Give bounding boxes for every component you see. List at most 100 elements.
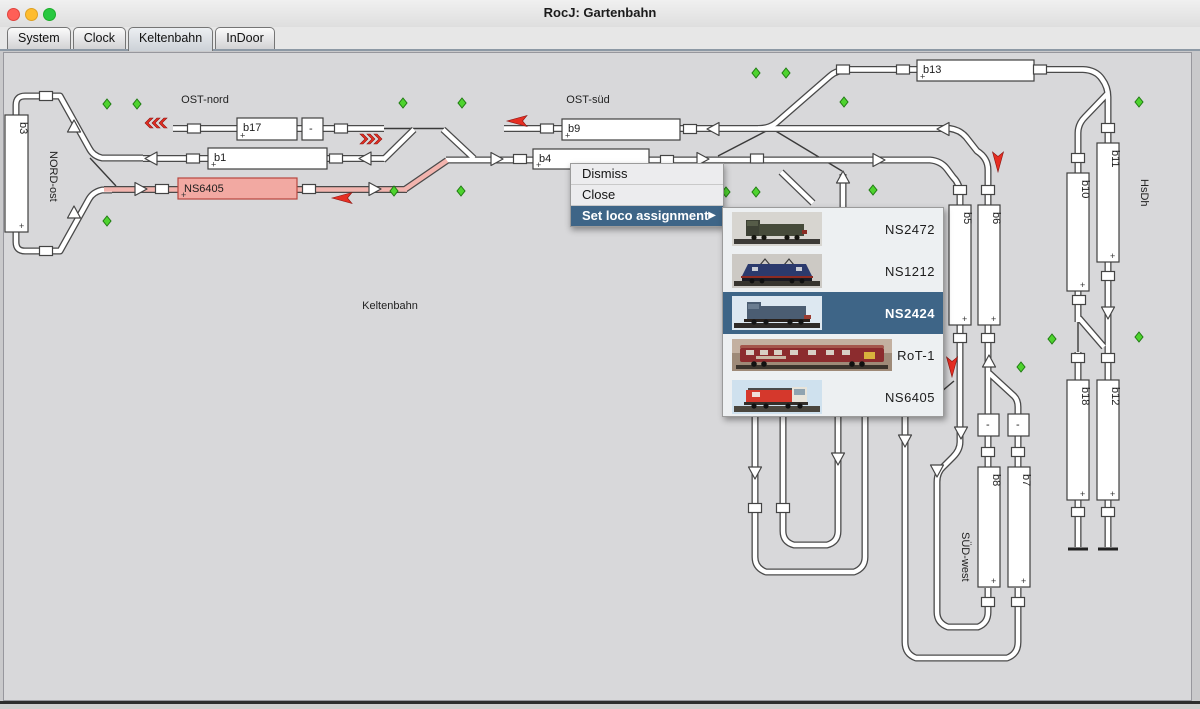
menu-item-close[interactable]: Close <box>571 185 723 206</box>
feedback-sensor[interactable] <box>982 186 995 195</box>
feedback-sensor[interactable] <box>40 92 53 101</box>
loco-item-rot-1[interactable]: RoT-1 <box>723 334 943 376</box>
loco-photo-ns2472 <box>732 212 822 246</box>
svg-text:NS6405: NS6405 <box>184 183 224 195</box>
label-keltenbahn: Keltenbahn <box>362 300 418 312</box>
feedback-sensor[interactable] <box>954 334 967 343</box>
feedback-sensor[interactable] <box>1102 354 1115 363</box>
svg-text:b5: b5 <box>961 212 973 224</box>
feedback-sensor[interactable] <box>1012 598 1025 607</box>
feedback-sensor[interactable] <box>156 185 169 194</box>
label-ost-nord: OST-nord <box>181 94 229 106</box>
block-b6[interactable]: b6 + <box>978 205 1002 325</box>
submenu-arrow-icon: ▶ <box>708 206 716 226</box>
svg-text:+: + <box>1021 576 1026 586</box>
block-b7[interactable]: b7 + <box>1008 467 1032 587</box>
feedback-sensor[interactable] <box>1072 154 1085 163</box>
feedback-sensor[interactable] <box>188 124 201 133</box>
context-menu: Dismiss Close Set loco assignment▶ <box>570 163 724 227</box>
svg-text:+: + <box>991 576 996 586</box>
feedback-sensor[interactable] <box>1102 272 1115 281</box>
menu-item-dismiss[interactable]: Dismiss <box>571 164 723 185</box>
feedback-sensor[interactable] <box>777 504 790 513</box>
block-minus-b7[interactable]: - <box>1008 414 1029 436</box>
svg-text:-: - <box>1016 419 1020 431</box>
tab-bar: System Clock Keltenbahn InDoor <box>0 27 1200 51</box>
block-b3[interactable]: b3 + <box>5 115 29 232</box>
svg-text:+: + <box>1110 251 1115 261</box>
feedback-sensor[interactable] <box>1072 508 1085 517</box>
block-b5[interactable]: b5 + <box>949 205 973 325</box>
feedback-sensor[interactable] <box>1102 124 1115 133</box>
feedback-sensor[interactable] <box>751 154 764 163</box>
tab-keltenbahn[interactable]: Keltenbahn <box>128 27 213 51</box>
svg-text:b7: b7 <box>1020 474 1032 486</box>
loco-item-ns2472[interactable]: NS2472 <box>723 208 943 250</box>
loco-photo-ns1212 <box>732 254 822 288</box>
feedback-sensor[interactable] <box>40 247 53 256</box>
feedback-sensor[interactable] <box>187 154 200 163</box>
feedback-sensor[interactable] <box>954 186 967 195</box>
feedback-sensor[interactable] <box>1012 448 1025 457</box>
svg-text:+: + <box>19 221 24 231</box>
menu-item-set-loco-assignment[interactable]: Set loco assignment▶ <box>571 206 723 226</box>
track-plan-panel[interactable]: b3 + b17 + - b1 + <box>0 51 1200 709</box>
feedback-sensor[interactable] <box>514 155 527 164</box>
svg-text:b17: b17 <box>243 122 261 134</box>
svg-text:b12: b12 <box>1109 387 1121 405</box>
loco-item-ns2424[interactable]: NS2424 <box>723 292 943 334</box>
feedback-sensor[interactable] <box>330 154 343 163</box>
block-minus-b8[interactable]: - <box>978 414 999 436</box>
loco-item-ns1212[interactable]: NS1212 <box>723 250 943 292</box>
svg-text:+: + <box>1110 489 1115 499</box>
loco-photo-rot-1 <box>732 339 892 371</box>
loco-photo-ns6405 <box>732 380 822 414</box>
feedback-sensor[interactable] <box>335 124 348 133</box>
block-b1[interactable]: b1 + <box>208 148 327 170</box>
feedback-sensor[interactable] <box>897 65 910 74</box>
window-title: RocJ: Gartenbahn <box>0 5 1200 20</box>
svg-text:+: + <box>240 131 245 141</box>
block-b12[interactable]: b12 + <box>1097 380 1121 500</box>
svg-text:-: - <box>309 123 313 135</box>
svg-text:-: - <box>986 419 990 431</box>
feedback-sensor[interactable] <box>1034 65 1047 74</box>
svg-text:+: + <box>1080 489 1085 499</box>
track-plan[interactable]: b3 + b17 + - b1 + <box>0 51 1200 709</box>
block-minus-top[interactable]: - <box>302 118 323 140</box>
svg-text:+: + <box>962 314 967 324</box>
label-nord-ost: NORD-ost <box>47 151 59 202</box>
feedback-sensor[interactable] <box>684 125 697 134</box>
svg-text:b11: b11 <box>1109 150 1121 168</box>
svg-text:+: + <box>991 314 996 324</box>
tab-clock[interactable]: Clock <box>73 27 126 49</box>
tab-system[interactable]: System <box>7 27 71 49</box>
feedback-sensor[interactable] <box>1073 296 1086 305</box>
svg-text:b8: b8 <box>990 474 1002 486</box>
feedback-sensor[interactable] <box>982 334 995 343</box>
loco-item-ns6405[interactable]: NS6405 <box>723 376 943 418</box>
feedback-sensor[interactable] <box>982 448 995 457</box>
block-b18[interactable]: b18 + <box>1067 380 1091 500</box>
block-b17[interactable]: b17 + <box>237 118 297 141</box>
label-ost-sued: OST-süd <box>566 94 609 106</box>
block-b13[interactable]: b13 + <box>917 60 1034 82</box>
loco-photo-ns2424 <box>732 296 822 330</box>
feedback-sensor[interactable] <box>1072 354 1085 363</box>
feedback-sensor[interactable] <box>982 598 995 607</box>
svg-text:b13: b13 <box>923 64 941 76</box>
feedback-sensor[interactable] <box>1102 508 1115 517</box>
block-b9[interactable]: b9 + <box>562 119 680 141</box>
block-b8[interactable]: b8 + <box>978 467 1002 587</box>
block-ns6405-occupied[interactable]: NS6405 + <box>178 178 297 200</box>
feedback-sensor[interactable] <box>541 124 554 133</box>
feedback-sensor[interactable] <box>837 65 850 74</box>
svg-text:+: + <box>920 72 925 82</box>
label-sued-west: SÜD-west <box>959 532 971 582</box>
feedback-sensor[interactable] <box>749 504 762 513</box>
block-b10[interactable]: b10 + <box>1067 173 1091 291</box>
tab-indoor[interactable]: InDoor <box>215 27 275 49</box>
feedback-sensor[interactable] <box>303 185 316 194</box>
block-b11[interactable]: b11 + <box>1097 143 1121 262</box>
svg-text:b3: b3 <box>17 122 29 134</box>
